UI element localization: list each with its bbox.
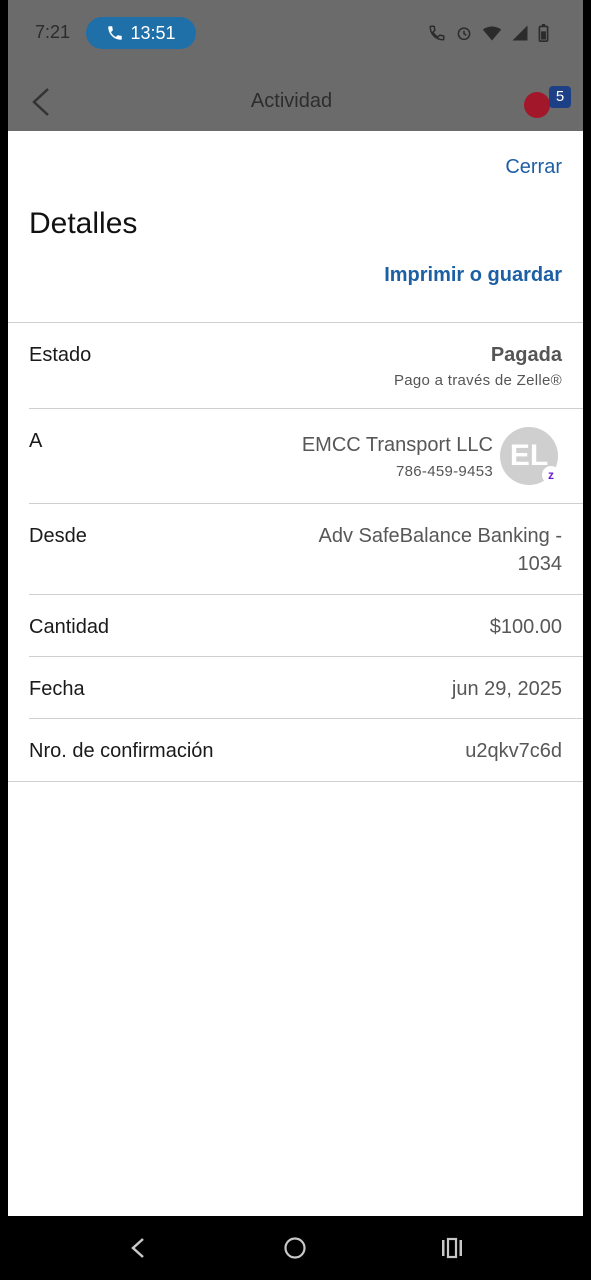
from-label: Desde (29, 525, 87, 547)
divider (29, 718, 583, 719)
from-account-line1: Adv SafeBalance Banking - (318, 525, 563, 547)
screen: 7:21 13:51 Actividad 5 Cerrar Detalles I… (0, 0, 591, 1280)
nav-back-icon[interactable] (128, 1236, 148, 1260)
nav-recents-icon[interactable] (440, 1237, 464, 1259)
divider (8, 322, 583, 323)
divider (29, 594, 583, 595)
recipient-phone: 786-459-9453 (395, 463, 493, 480)
bank-logo-icon[interactable] (524, 92, 550, 118)
status-sub: Pago a través de Zelle® (393, 372, 562, 389)
zelle-icon: z (542, 466, 560, 484)
battery-icon (538, 24, 549, 42)
wifi-call-icon (429, 25, 445, 41)
status-value: Pagada (490, 344, 562, 366)
details-sheet: Cerrar Detalles Imprimir o guardar Estad… (8, 131, 583, 1216)
date-label: Fecha (29, 678, 85, 700)
status-time: 7:21 (35, 22, 71, 42)
recipient-name: EMCC Transport LLC (301, 434, 493, 456)
recipient-label: A (29, 430, 43, 452)
close-button[interactable]: Cerrar (505, 156, 562, 179)
from-account-line2: 1034 (517, 553, 563, 575)
amount-label: Cantidad (29, 616, 110, 638)
call-timer: 13:51 (130, 22, 176, 43)
nav-home-icon[interactable] (283, 1236, 307, 1260)
notification-badge[interactable]: 5 (549, 86, 571, 108)
status-bar: 7:21 13:51 (0, 0, 591, 66)
alarm-icon (457, 27, 471, 41)
wifi-icon (482, 26, 502, 41)
confirmation-label: Nro. de confirmación (29, 740, 214, 762)
page-title: Detalles (29, 207, 138, 240)
status-label: Estado (29, 344, 92, 366)
amount-value: $100.00 (489, 616, 562, 638)
confirmation-value: u2qkv7c6d (465, 740, 562, 762)
status-icons (428, 24, 549, 42)
phone-icon (108, 26, 123, 40)
app-bar-title: Actividad (250, 90, 333, 112)
divider (29, 503, 583, 504)
signal-icon (512, 25, 528, 41)
date-value: jun 29, 2025 (451, 678, 562, 700)
system-nav-bar (0, 1216, 591, 1280)
divider (29, 656, 583, 657)
ongoing-call-pill[interactable]: 13:51 (86, 17, 196, 49)
divider (8, 781, 583, 782)
print-or-save-button[interactable]: Imprimir o guardar (384, 264, 562, 287)
divider (29, 408, 583, 409)
